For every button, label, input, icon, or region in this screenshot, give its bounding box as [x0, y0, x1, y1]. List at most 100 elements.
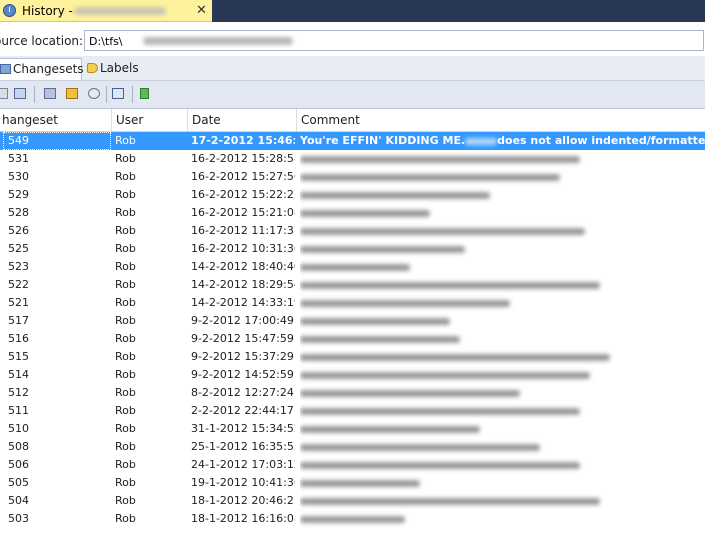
comment-cell	[300, 474, 705, 492]
changeset-cell: 508	[8, 440, 29, 453]
properties-icon[interactable]	[110, 86, 127, 102]
history-subtabs: Changesets Labels	[0, 56, 705, 81]
redacted-comment	[300, 498, 600, 505]
focus-rectangle	[3, 132, 111, 150]
user-cell: Rob	[115, 134, 136, 147]
redacted-comment	[300, 282, 600, 289]
table-row[interactable]: 508 Rob 25-1-2012 16:35:53	[0, 438, 705, 456]
user-cell: Rob	[115, 368, 136, 381]
comment-cell	[300, 510, 705, 528]
table-row[interactable]: 525 Rob 16-2-2012 10:31:36	[0, 240, 705, 258]
document-tab-strip: History - ✕	[0, 0, 705, 22]
user-cell: Rob	[115, 440, 136, 453]
date-cell: 31-1-2012 15:34:52	[191, 422, 295, 435]
table-row[interactable]: 531 Rob 16-2-2012 15:28:58	[0, 150, 705, 168]
source-location-row: ource location: D:\tfs\	[0, 22, 705, 57]
user-cell: Rob	[115, 206, 136, 219]
changesets-icon	[0, 64, 11, 74]
redacted-comment	[300, 228, 585, 235]
changeset-cell: 515	[8, 350, 29, 363]
table-row[interactable]: 515 Rob 9-2-2012 15:37:29	[0, 348, 705, 366]
table-row[interactable]: 529 Rob 16-2-2012 15:22:27	[0, 186, 705, 204]
tab-changesets[interactable]: Changesets	[0, 58, 84, 80]
comment-text-start: You're EFFIN' KIDDING ME.	[300, 134, 466, 147]
tab-labels[interactable]: Labels	[84, 58, 154, 80]
user-cell: Rob	[115, 170, 136, 183]
date-cell: 18-1-2012 20:46:21	[191, 494, 295, 507]
comment-cell	[300, 456, 705, 474]
toolbar-separator	[132, 86, 133, 103]
table-row[interactable]: 522 Rob 14-2-2012 18:29:54	[0, 276, 705, 294]
changeset-cell: 522	[8, 278, 29, 291]
user-cell: Rob	[115, 386, 136, 399]
changeset-grid: hangeset User Date Comment 549 Rob 17-2-20…	[0, 109, 705, 537]
close-icon[interactable]: ✕	[196, 3, 207, 18]
user-cell: Rob	[115, 332, 136, 345]
date-cell: 9-2-2012 15:37:29	[191, 350, 294, 363]
changeset-cell: 503	[8, 512, 29, 525]
comment-text-end: does not allow indented/formatted XML...	[497, 134, 705, 147]
table-row[interactable]: 506 Rob 24-1-2012 17:03:12	[0, 456, 705, 474]
rollback-icon[interactable]	[42, 86, 59, 102]
date-cell: 8-2-2012 12:27:24	[191, 386, 294, 399]
column-header-comment[interactable]: Comment	[297, 109, 705, 131]
table-row[interactable]: 549Rob17-2-2012 15:46:50You're EFFIN' KI…	[0, 132, 705, 150]
date-cell: 16-2-2012 10:31:36	[191, 242, 295, 255]
column-header-changeset[interactable]: hangeset	[0, 109, 112, 131]
user-cell: Rob	[115, 458, 136, 471]
redacted-comment	[300, 246, 465, 253]
table-row[interactable]: 514 Rob 9-2-2012 14:52:59	[0, 366, 705, 384]
comment-cell	[300, 204, 705, 222]
history-document-tab[interactable]: History - ✕	[0, 0, 212, 22]
redacted-comment	[300, 336, 460, 343]
comment-cell	[300, 384, 705, 402]
track-icon[interactable]	[64, 86, 81, 102]
table-row[interactable]: 521 Rob 14-2-2012 14:33:19	[0, 294, 705, 312]
comment-cell	[300, 402, 705, 420]
user-cell: Rob	[115, 404, 136, 417]
table-row[interactable]: 517 Rob 9-2-2012 17:00:49	[0, 312, 705, 330]
table-row[interactable]: 505 Rob 19-1-2012 10:41:36	[0, 474, 705, 492]
comment-cell: You're EFFIN' KIDDING ME. does not allow …	[300, 132, 705, 150]
changeset-cell: 512	[8, 386, 29, 399]
compare-icon[interactable]	[12, 86, 29, 102]
table-row[interactable]: 516 Rob 9-2-2012 15:47:59	[0, 330, 705, 348]
table-row[interactable]: 510 Rob 31-1-2012 15:34:52	[0, 420, 705, 438]
comment-cell	[300, 294, 705, 312]
comment-cell	[300, 348, 705, 366]
get-version-icon[interactable]	[138, 86, 155, 102]
source-location-label: ource location:	[0, 34, 84, 48]
changeset-cell: 521	[8, 296, 29, 309]
date-cell: 16-2-2012 15:21:08	[191, 206, 295, 219]
changeset-cell: 514	[8, 368, 29, 381]
changeset-cell: 523	[8, 260, 29, 273]
table-row[interactable]: 512 Rob 8-2-2012 12:27:24	[0, 384, 705, 402]
date-cell: 18-1-2012 16:16:08	[191, 512, 295, 525]
table-row[interactable]: 511 Rob 2-2-2012 22:44:17	[0, 402, 705, 420]
source-location-field[interactable]: D:\tfs\	[84, 30, 704, 51]
user-cell: Rob	[115, 296, 136, 309]
redacted-comment	[300, 372, 590, 379]
table-row[interactable]: 503 Rob 18-1-2012 16:16:08	[0, 510, 705, 528]
column-header-user[interactable]: User	[112, 109, 188, 131]
comment-cell	[300, 312, 705, 330]
redacted-title	[74, 7, 166, 15]
annotate-icon[interactable]	[86, 86, 103, 102]
changeset-cell: 517	[8, 314, 29, 327]
table-row[interactable]: 523 Rob 14-2-2012 18:40:40	[0, 258, 705, 276]
date-cell: 14-2-2012 18:29:54	[191, 278, 295, 291]
table-row[interactable]: 526 Rob 16-2-2012 11:17:37	[0, 222, 705, 240]
toolbar-separator	[34, 86, 35, 103]
changeset-cell: 526	[8, 224, 29, 237]
changeset-cell: 504	[8, 494, 29, 507]
user-cell: Rob	[115, 422, 136, 435]
date-cell: 2-2-2012 22:44:17	[191, 404, 294, 417]
view-icon[interactable]	[0, 86, 11, 102]
date-cell: 17-2-2012 15:46:50	[191, 134, 295, 147]
column-header-date[interactable]: Date	[188, 109, 297, 131]
table-row[interactable]: 530 Rob 16-2-2012 15:27:56	[0, 168, 705, 186]
redacted-comment	[300, 354, 610, 361]
table-row[interactable]: 528 Rob 16-2-2012 15:21:08	[0, 204, 705, 222]
comment-cell	[300, 438, 705, 456]
table-row[interactable]: 504 Rob 18-1-2012 20:46:21	[0, 492, 705, 510]
